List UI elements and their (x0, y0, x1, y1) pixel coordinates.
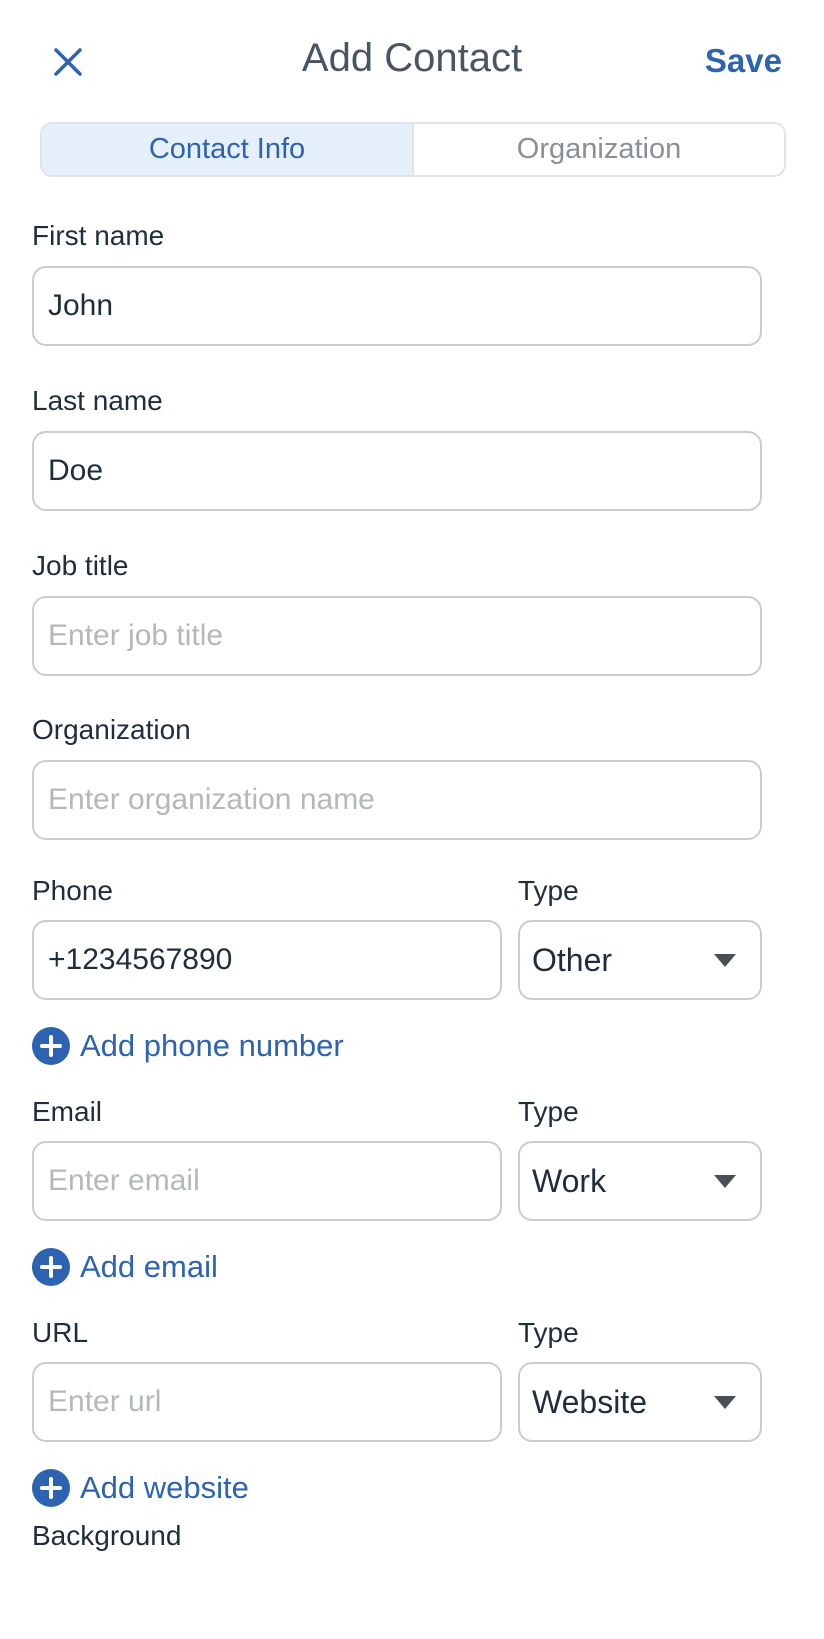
last-name-field[interactable]: Doe (32, 431, 762, 511)
phone-type-select[interactable]: Other (518, 920, 762, 1000)
organization-field[interactable]: Enter organization name (32, 760, 762, 840)
url-placeholder: Enter url (48, 1385, 162, 1418)
save-button[interactable]: Save (705, 42, 782, 80)
tab-organization[interactable]: Organization (414, 124, 784, 175)
tab-contact-info[interactable]: Contact Info (42, 124, 414, 175)
first-name-label: First name (32, 220, 165, 251)
first-name-field[interactable]: John (32, 266, 762, 346)
email-field[interactable]: Enter email (32, 1141, 502, 1221)
last-name-label: Last name (32, 385, 163, 416)
url-field[interactable]: Enter url (32, 1362, 502, 1442)
add-phone-number-button[interactable]: Add phone number (32, 1026, 344, 1066)
organization-label: Organization (32, 714, 191, 745)
tab-bar: Contact Info Organization (40, 122, 786, 177)
add-website-label: Add website (80, 1470, 249, 1505)
page-title: Add Contact (301, 36, 523, 80)
url-type-select[interactable]: Website (518, 1362, 762, 1442)
add-email-button[interactable]: Add email (32, 1247, 218, 1287)
email-placeholder: Enter email (48, 1164, 200, 1197)
email-type-select[interactable]: Work (518, 1141, 762, 1221)
last-name-value: Doe (48, 454, 104, 487)
add-website-button[interactable]: Add website (32, 1468, 249, 1508)
phone-label: Phone (32, 875, 113, 906)
url-type-label: Type (518, 1317, 579, 1348)
background-label: Background (32, 1520, 182, 1551)
organization-placeholder: Enter organization name (48, 783, 375, 816)
chevron-down-icon (714, 1174, 736, 1188)
phone-value: +1234567890 (48, 943, 233, 976)
add-phone-number-label: Add phone number (80, 1028, 344, 1063)
plus-circle-icon (32, 1248, 70, 1286)
phone-field[interactable]: +1234567890 (32, 920, 502, 1000)
email-type-label: Type (518, 1096, 579, 1127)
email-label: Email (32, 1096, 103, 1127)
first-name-value: John (48, 289, 114, 322)
job-title-label: Job title (32, 550, 129, 581)
job-title-field[interactable]: Enter job title (32, 596, 762, 676)
add-email-label: Add email (80, 1249, 218, 1284)
email-type-value: Work (532, 1162, 607, 1199)
url-type-value: Website (532, 1383, 648, 1420)
chevron-down-icon (714, 1395, 736, 1409)
header: Add Contact Save (0, 0, 824, 120)
chevron-down-icon (714, 953, 736, 967)
plus-circle-icon (32, 1469, 70, 1507)
phone-type-label: Type (518, 875, 579, 906)
phone-type-value: Other (532, 941, 613, 978)
url-label: URL (32, 1317, 89, 1348)
plus-circle-icon (32, 1027, 70, 1065)
job-title-placeholder: Enter job title (48, 619, 224, 652)
